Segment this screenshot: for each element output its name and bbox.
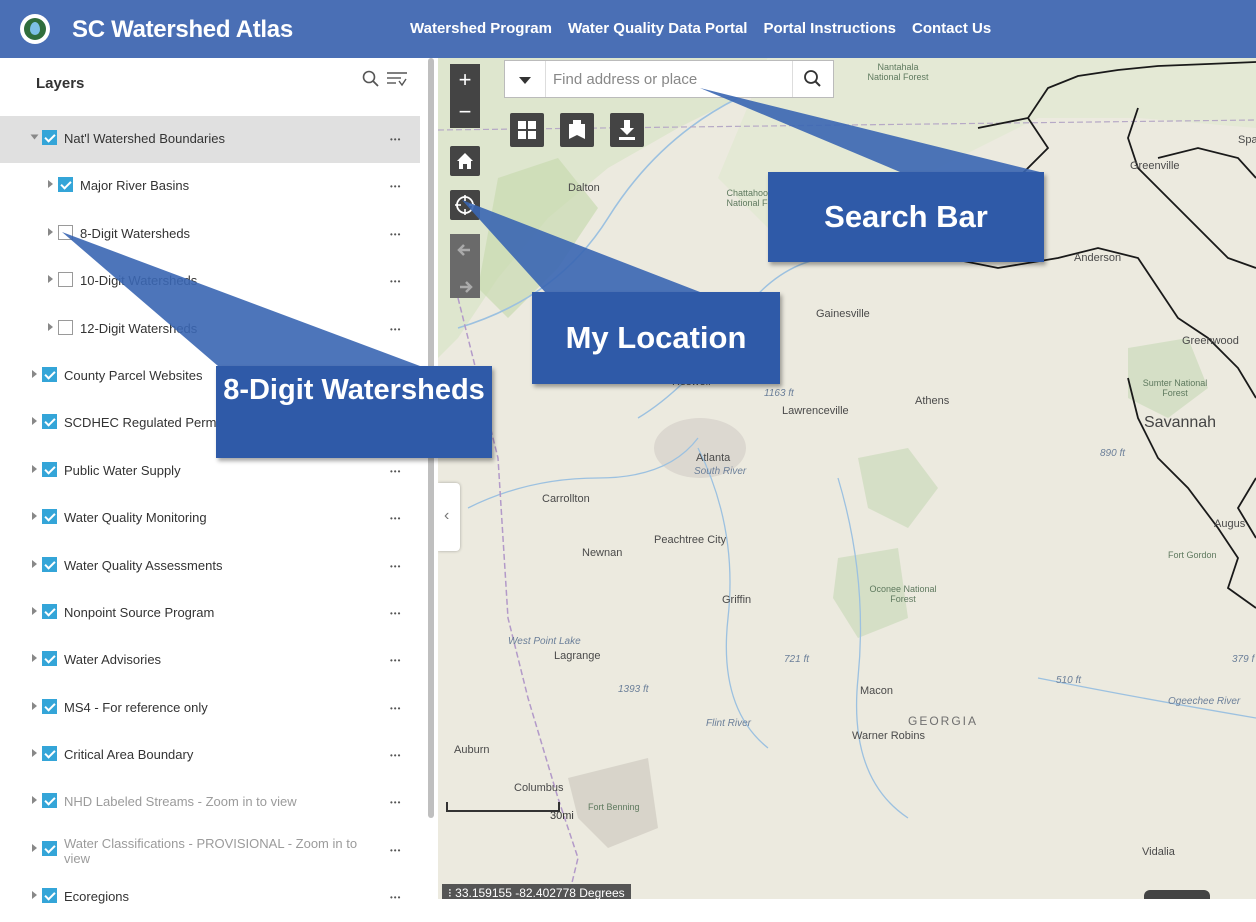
search-bar-callout: Search Bar (768, 172, 1044, 262)
my-location-callout: My Location (532, 292, 780, 384)
callout-pointers (62, 88, 1040, 366)
watersheds-callout: 8-Digit Watersheds (216, 366, 492, 458)
